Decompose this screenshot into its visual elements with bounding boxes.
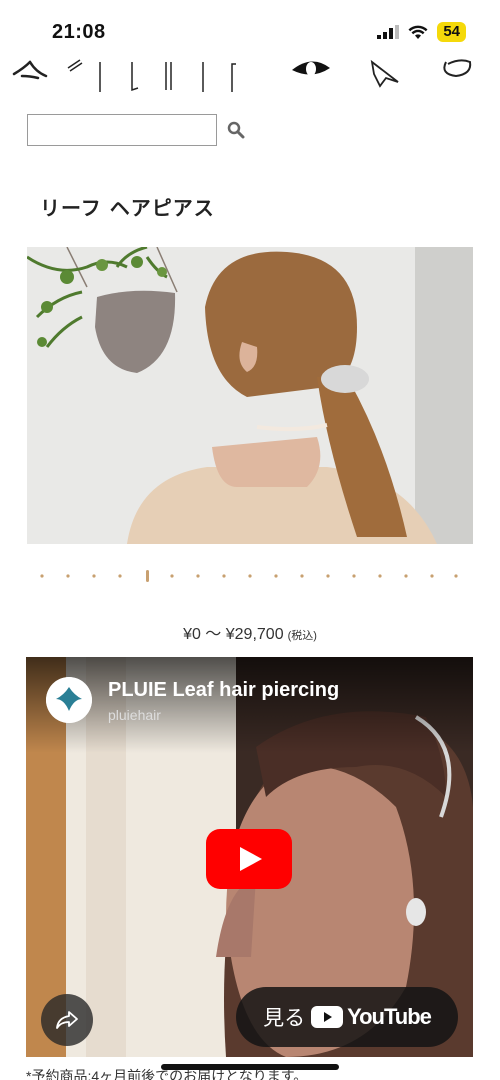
signal-icon [377,25,400,39]
price-range: ¥0 〜 ¥29,700 [183,626,284,643]
search-icon [227,121,245,139]
line-marks-icon[interactable] [99,62,236,92]
youtube-embed[interactable]: PLUIE Leaf hair piercing pluiehair 見る Yo… [26,657,473,1057]
status-icons: 54 [377,22,466,42]
home-indicator [161,1064,339,1070]
product-image[interactable] [27,247,473,544]
price: ¥0 〜 ¥29,700 (税込) [0,620,500,644]
watch-on-youtube-button[interactable]: 見る YouTube [236,987,458,1047]
eye-icon[interactable] [292,61,330,76]
product-photo-illustration [27,247,473,544]
share-button[interactable] [41,994,93,1046]
status-time: 21:08 [52,21,106,43]
search-button[interactable] [225,119,247,141]
share-icon [56,1011,78,1029]
video-header [26,657,473,753]
price-tax-note: (税込) [287,630,317,642]
video-channel-name[interactable]: pluiehair [108,707,161,723]
loop-icon[interactable] [443,59,472,78]
nav-strip [0,54,500,94]
watch-label: 見る [263,1007,306,1030]
status-bar: 21:08 54 [0,0,500,54]
antler-icon[interactable] [12,60,48,80]
search-input[interactable] [27,114,217,146]
channel-avatar[interactable] [46,677,92,723]
battery-icon: 54 [437,22,466,42]
play-button[interactable] [206,829,292,889]
decorative-dots [36,568,466,588]
product-title: リーフ ヘアピアス [40,196,215,220]
youtube-logo: YouTube [311,1004,432,1030]
youtube-icon [311,1006,344,1028]
pluie-logo-icon [46,677,92,723]
nav-icons [12,59,472,92]
slash-marks-icon[interactable] [67,59,83,72]
play-icon [206,829,292,889]
youtube-wordmark: YouTube [347,1004,432,1029]
wifi-icon [408,25,428,39]
dots-divider [40,570,458,582]
video-title[interactable]: PLUIE Leaf hair piercing [108,679,339,702]
search-bar [27,114,247,146]
cursor-icon[interactable] [370,59,399,88]
